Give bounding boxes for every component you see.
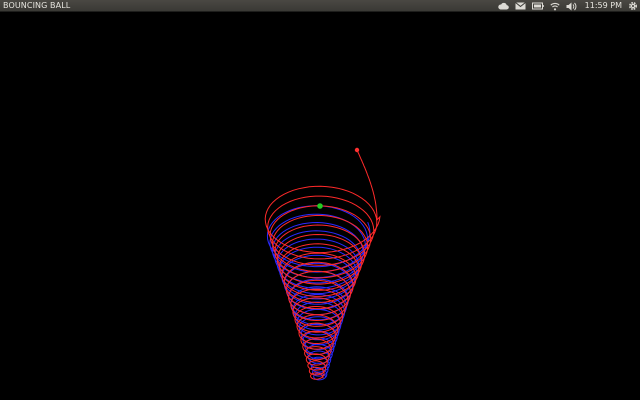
mail-envelope-icon[interactable] <box>514 0 526 12</box>
battery-icon[interactable] <box>531 0 544 12</box>
red-ball <box>354 147 360 153</box>
clock[interactable]: 11:59 PM <box>585 0 622 12</box>
scene-svg <box>264 147 381 381</box>
app-title: BOUNCING BALL <box>3 1 71 10</box>
volume-speaker-icon[interactable] <box>566 0 577 12</box>
gear-power-icon[interactable] <box>628 0 638 12</box>
top-panel: BOUNCING BALL 11:59 PM <box>0 0 640 12</box>
bouncing-ball-canvas[interactable] <box>0 12 640 400</box>
cloud-sync-icon[interactable] <box>497 0 509 12</box>
wifi-signal-icon[interactable] <box>550 0 560 12</box>
green-ball <box>317 203 323 209</box>
indicator-area: 11:59 PM <box>492 0 638 12</box>
